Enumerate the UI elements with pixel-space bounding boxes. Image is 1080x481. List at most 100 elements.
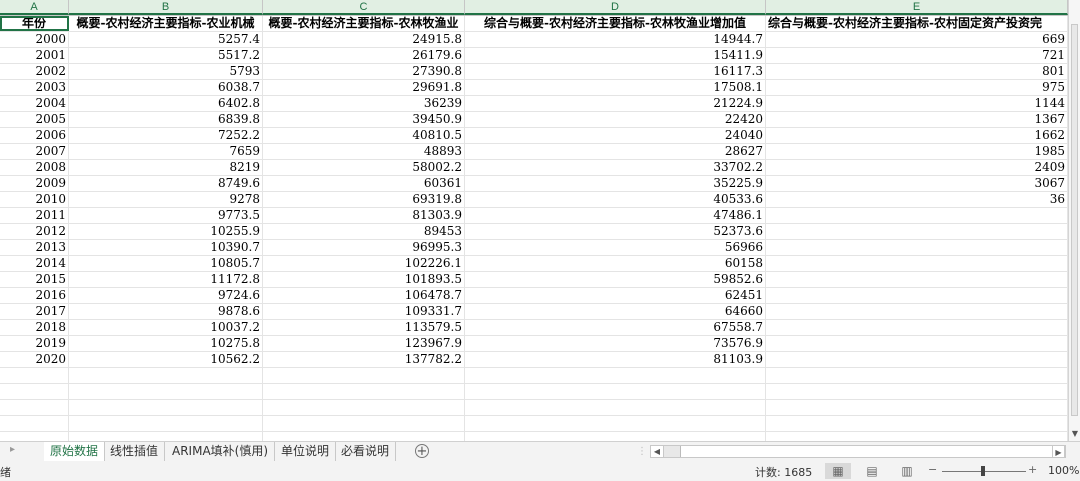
table-cell[interactable]: 48893 [263, 144, 465, 159]
table-cell[interactable]: 10805.7 [69, 256, 263, 271]
table-cell[interactable]: 2005 [0, 112, 69, 127]
table-cell[interactable]: 64660 [465, 304, 766, 319]
table-cell[interactable] [69, 368, 263, 383]
table-cell[interactable] [465, 400, 766, 415]
table-cell[interactable] [465, 416, 766, 431]
table-cell[interactable] [766, 304, 1068, 319]
table-cell[interactable]: 40533.6 [465, 192, 766, 207]
table-cell[interactable]: 801 [766, 64, 1068, 79]
table-cell[interactable]: 2002 [0, 64, 69, 79]
table-cell[interactable]: 2007 [0, 144, 69, 159]
table-cell[interactable]: 29691.8 [263, 80, 465, 95]
table-cell[interactable]: 5793 [69, 64, 263, 79]
zoom-out-button[interactable]: − [928, 463, 937, 476]
scroll-right-icon[interactable]: ▶ [1052, 445, 1065, 458]
table-cell[interactable]: 5257.4 [69, 32, 263, 47]
column-header-e[interactable]: E [766, 0, 1068, 15]
table-cell[interactable]: 2016 [0, 288, 69, 303]
header-cell-b[interactable]: 概要-农村经济主要指标-农业机械 [69, 16, 263, 31]
table-cell[interactable]: 6038.7 [69, 80, 263, 95]
table-cell[interactable]: 9773.5 [69, 208, 263, 223]
table-cell[interactable]: 24040 [465, 128, 766, 143]
table-cell[interactable] [766, 240, 1068, 255]
table-cell[interactable] [766, 288, 1068, 303]
table-cell[interactable]: 60361 [263, 176, 465, 191]
table-cell[interactable]: 2011 [0, 208, 69, 223]
table-cell[interactable]: 2017 [0, 304, 69, 319]
table-cell[interactable]: 11172.8 [69, 272, 263, 287]
table-cell[interactable]: 40810.5 [263, 128, 465, 143]
table-cell[interactable]: 36239 [263, 96, 465, 111]
table-cell[interactable]: 52373.6 [465, 224, 766, 239]
table-cell[interactable] [263, 432, 465, 441]
tab-linear-interpolation[interactable]: 线性插值 [104, 442, 166, 461]
column-header-a[interactable]: A [0, 0, 69, 15]
table-cell[interactable] [263, 368, 465, 383]
table-cell[interactable]: 9878.6 [69, 304, 263, 319]
table-cell[interactable] [766, 368, 1068, 383]
table-cell[interactable]: 62451 [465, 288, 766, 303]
table-cell[interactable]: 58002.2 [263, 160, 465, 175]
header-cell-e[interactable]: 综合与概要-农村经济主要指标-农村固定资产投资完 [766, 16, 1068, 31]
table-cell[interactable]: 81103.9 [465, 352, 766, 367]
table-cell[interactable]: 101893.5 [263, 272, 465, 287]
zoom-in-button[interactable]: + [1028, 463, 1037, 476]
table-cell[interactable]: 7659 [69, 144, 263, 159]
table-cell[interactable]: 24915.8 [263, 32, 465, 47]
add-sheet-icon[interactable]: + [415, 444, 429, 458]
table-cell[interactable]: 47486.1 [465, 208, 766, 223]
table-cell[interactable] [766, 224, 1068, 239]
horizontal-scrollbar[interactable]: ◀ [650, 445, 1066, 458]
table-cell[interactable]: 67558.7 [465, 320, 766, 335]
table-cell[interactable] [263, 400, 465, 415]
zoom-slider-thumb[interactable] [981, 466, 985, 476]
table-cell[interactable]: 89453 [263, 224, 465, 239]
table-cell[interactable]: 39450.9 [263, 112, 465, 127]
table-cell[interactable]: 2020 [0, 352, 69, 367]
table-cell[interactable] [766, 432, 1068, 441]
table-cell[interactable]: 2000 [0, 32, 69, 47]
table-cell[interactable]: 9724.6 [69, 288, 263, 303]
table-cell[interactable]: 2015 [0, 272, 69, 287]
table-cell[interactable] [69, 400, 263, 415]
table-cell[interactable]: 21224.9 [465, 96, 766, 111]
column-header-d[interactable]: D [465, 0, 766, 15]
table-cell[interactable] [0, 368, 69, 383]
header-cell-year[interactable]: 年份 [0, 16, 69, 31]
table-cell[interactable]: 96995.3 [263, 240, 465, 255]
table-cell[interactable]: 102226.1 [263, 256, 465, 271]
table-cell[interactable] [0, 416, 69, 431]
table-cell[interactable]: 2409 [766, 160, 1068, 175]
column-header-c[interactable]: C [263, 0, 465, 15]
table-cell[interactable]: 8749.6 [69, 176, 263, 191]
table-cell[interactable] [69, 416, 263, 431]
table-cell[interactable]: 6839.8 [69, 112, 263, 127]
tab-arima-fill[interactable]: ARIMA填补(慎用) [166, 442, 276, 461]
table-cell[interactable]: 2008 [0, 160, 69, 175]
table-cell[interactable]: 26179.6 [263, 48, 465, 63]
normal-view-icon[interactable]: ▦ [825, 463, 851, 479]
table-cell[interactable] [766, 256, 1068, 271]
table-cell[interactable] [465, 384, 766, 399]
split-handle[interactable]: ⋮ [637, 446, 647, 457]
zoom-level[interactable]: 100% [1048, 464, 1079, 477]
tab-left-icon[interactable]: ▸ [10, 444, 15, 455]
vertical-scroll-thumb[interactable] [1071, 24, 1078, 416]
column-header-b[interactable]: B [69, 0, 263, 15]
table-cell[interactable]: 10255.9 [69, 224, 263, 239]
table-cell[interactable] [263, 384, 465, 399]
page-break-icon[interactable]: ▥ [894, 463, 920, 479]
table-cell[interactable]: 2014 [0, 256, 69, 271]
scroll-down-icon[interactable]: ▼ [1069, 428, 1080, 440]
table-cell[interactable]: 73576.9 [465, 336, 766, 351]
vertical-scrollbar[interactable]: ▼ [1068, 0, 1080, 441]
table-cell[interactable]: 123967.9 [263, 336, 465, 351]
table-cell[interactable]: 2004 [0, 96, 69, 111]
table-cell[interactable] [465, 368, 766, 383]
table-cell[interactable]: 106478.7 [263, 288, 465, 303]
table-cell[interactable] [766, 400, 1068, 415]
table-cell[interactable]: 2012 [0, 224, 69, 239]
table-cell[interactable]: 721 [766, 48, 1068, 63]
table-cell[interactable] [766, 416, 1068, 431]
table-cell[interactable]: 10037.2 [69, 320, 263, 335]
